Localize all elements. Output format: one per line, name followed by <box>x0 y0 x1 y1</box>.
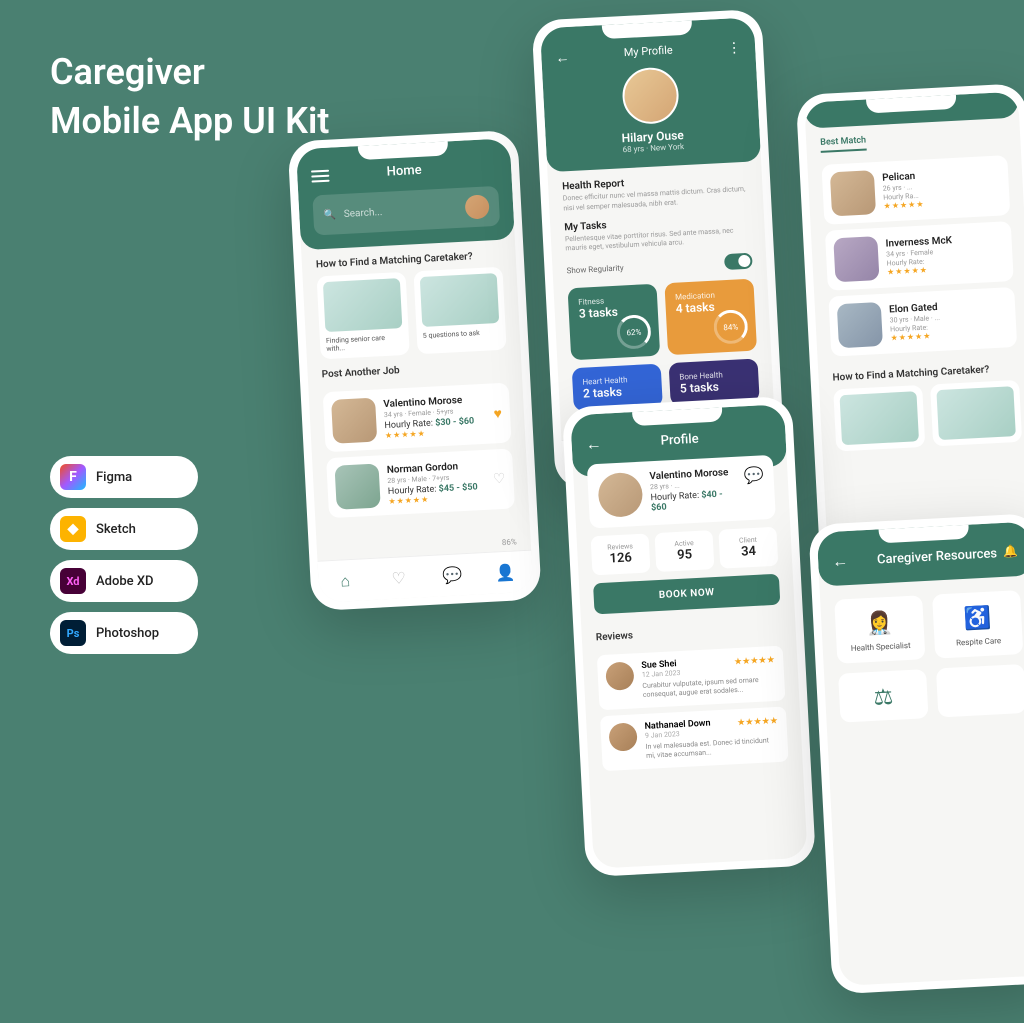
screen-title: Caregiver Resources <box>856 545 1019 568</box>
tool-ps: Ps Photoshop <box>50 612 198 654</box>
screen-title: Profile <box>609 429 750 451</box>
stats-row: Reviews126 Active95 Client34 <box>577 526 793 576</box>
section-title: Reviews <box>581 612 796 650</box>
avatar <box>830 170 876 216</box>
xd-icon: Xd <box>60 568 86 594</box>
health-specialist-icon: 👩‍⚕️ <box>865 611 894 637</box>
article-image <box>839 391 919 445</box>
caregiver-item[interactable]: Pelican 26 yrs · ... Hourly Ra... ★★★★★ <box>821 155 1010 225</box>
tool-label: Photoshop <box>96 626 159 641</box>
more-icon[interactable]: ⋮ <box>727 40 742 57</box>
tool-label: Sketch <box>96 522 136 537</box>
article-image <box>323 278 403 332</box>
resource-label: Health Specialist <box>851 641 911 653</box>
resource-card[interactable]: ♿ Respite Care <box>932 590 1023 659</box>
ps-icon: Ps <box>60 620 86 646</box>
phone-caregiver-profile: ← Profile Valentino Morose 28 yrs · ... … <box>562 396 816 877</box>
stat-reviews: Reviews126 <box>591 533 651 575</box>
back-icon[interactable]: ← <box>555 49 570 67</box>
tab-profile-icon[interactable]: 👤 <box>478 551 534 595</box>
avatar <box>597 472 643 518</box>
profile-header: ← ⋮ My Profile Hilary Ouse 68 yrs · New … <box>540 17 761 172</box>
bell-icon[interactable]: 🔔 <box>1003 544 1019 559</box>
article-caption: 5 questions to ask <box>423 328 500 340</box>
chat-icon[interactable]: 💬 <box>743 465 765 510</box>
favorite-icon[interactable]: ♥ <box>493 404 502 421</box>
resource-card[interactable] <box>936 664 1024 718</box>
article-card[interactable]: Finding senior care with... <box>317 272 410 360</box>
tab-best-match[interactable]: Best Match <box>820 136 867 153</box>
wheelchair-icon: ♿ <box>963 606 992 632</box>
avatar <box>608 723 637 752</box>
figma-icon: F <box>60 464 86 490</box>
task-card-fitness[interactable]: Fitness 3 tasks 62% <box>568 284 661 361</box>
tab-favorites-icon[interactable]: ♡ <box>371 556 427 600</box>
article-card[interactable] <box>833 385 925 452</box>
review-text: In vel malesuada est. Donec id tincidunt… <box>645 736 780 761</box>
sketch-icon: ◆ <box>60 516 86 542</box>
review-text: Curabitur vulputate, ipsum sed ornare co… <box>642 675 777 700</box>
caregiver-item[interactable]: Inverness McK 34 yrs · Female Hourly Rat… <box>825 221 1014 291</box>
tab-chat-icon[interactable]: 💬 <box>424 553 480 597</box>
search-icon: 🔍 <box>323 209 336 221</box>
search-placeholder: Search... <box>343 203 457 220</box>
tool-label: Figma <box>96 470 132 485</box>
toggle-switch[interactable] <box>724 253 753 270</box>
phone-resources: ← Caregiver Resources 🔔 👩‍⚕️ Health Spec… <box>808 513 1024 994</box>
caregiver-item[interactable]: Elon Gated 30 yrs · Male · ... Hourly Ra… <box>828 287 1017 357</box>
favorite-icon[interactable]: ♡ <box>492 471 505 488</box>
resource-label: Respite Care <box>956 636 1001 647</box>
resource-card[interactable]: ⚖ <box>838 669 928 723</box>
tool-label: Adobe XD <box>96 574 154 589</box>
review-item: Sue Shei★★★★★ 12 Jan 2023 Curabitur vulp… <box>597 646 786 711</box>
resources-grid: 👩‍⚕️ Health Specialist ♿ Respite Care ⚖ <box>819 575 1024 737</box>
screen-title: My Profile <box>555 40 741 63</box>
screen-title: Home <box>337 160 472 182</box>
menu-icon[interactable] <box>311 169 330 182</box>
stat-active: Active95 <box>654 530 714 572</box>
task-grid: Fitness 3 tasks 62% Medication 4 tasks 8… <box>554 278 774 412</box>
search-input[interactable]: 🔍 Search... <box>312 186 500 236</box>
scale-icon: ⚖ <box>873 685 894 711</box>
caregiver-item[interactable]: Norman Gordon 28 yrs · Male · 7+yrs Hour… <box>326 448 515 518</box>
tool-list: F Figma ◆ Sketch Xd Adobe XD Ps Photosho… <box>50 456 198 654</box>
avatar[interactable] <box>621 66 680 125</box>
toggle-label: Show Regularity <box>566 263 624 275</box>
article-image <box>936 386 1016 440</box>
progress-ring: 62% <box>616 314 652 350</box>
back-icon[interactable]: ← <box>585 434 602 455</box>
back-icon[interactable]: ← <box>832 551 849 572</box>
article-card[interactable]: 5 questions to ask <box>413 267 506 355</box>
avatar[interactable] <box>465 194 490 219</box>
progress-pct: 86% <box>502 537 517 547</box>
tool-xd: Xd Adobe XD <box>50 560 198 602</box>
avatar <box>833 236 879 282</box>
progress-ring: 84% <box>713 309 749 345</box>
avatar <box>331 398 377 444</box>
phone-home: Home 🔍 Search... How to Find a Matching … <box>287 130 541 611</box>
resource-card[interactable]: 👩‍⚕️ Health Specialist <box>834 595 925 664</box>
book-now-button[interactable]: BOOK NOW <box>593 574 780 615</box>
article-image <box>420 273 500 327</box>
avatar <box>334 463 380 509</box>
caregiver-item[interactable]: Valentino Morose 34 yrs · Female · 5+yrs… <box>323 383 512 453</box>
article-card[interactable] <box>930 380 1022 447</box>
tab-bar: ⌂ ♡ 💬 👤 <box>317 550 533 603</box>
screen-title <box>845 114 979 121</box>
profile-card: Valentino Morose 28 yrs · ... Hourly Rat… <box>587 455 776 529</box>
review-item: Nathanael Down★★★★★ 9 Jan 2023 In vel ma… <box>600 707 789 772</box>
avatar <box>605 661 634 690</box>
tab-home-icon[interactable]: ⌂ <box>318 559 374 603</box>
avatar <box>837 302 883 348</box>
phone-mockups: Home 🔍 Search... How to Find a Matching … <box>240 0 1024 793</box>
caregiver-rate: Hourly Rate: $40 - $60 <box>650 489 737 513</box>
article-caption: Finding senior care with... <box>326 333 404 353</box>
toggle-row: Show Regularity <box>566 253 753 279</box>
task-card-medication[interactable]: Medication 4 tasks 84% <box>664 279 757 356</box>
tool-sketch: ◆ Sketch <box>50 508 198 550</box>
tool-figma: F Figma <box>50 456 198 498</box>
phone-matches: Best Match Pelican 26 yrs · ... Hourly R… <box>796 83 1024 564</box>
stat-client: Client34 <box>718 527 778 569</box>
